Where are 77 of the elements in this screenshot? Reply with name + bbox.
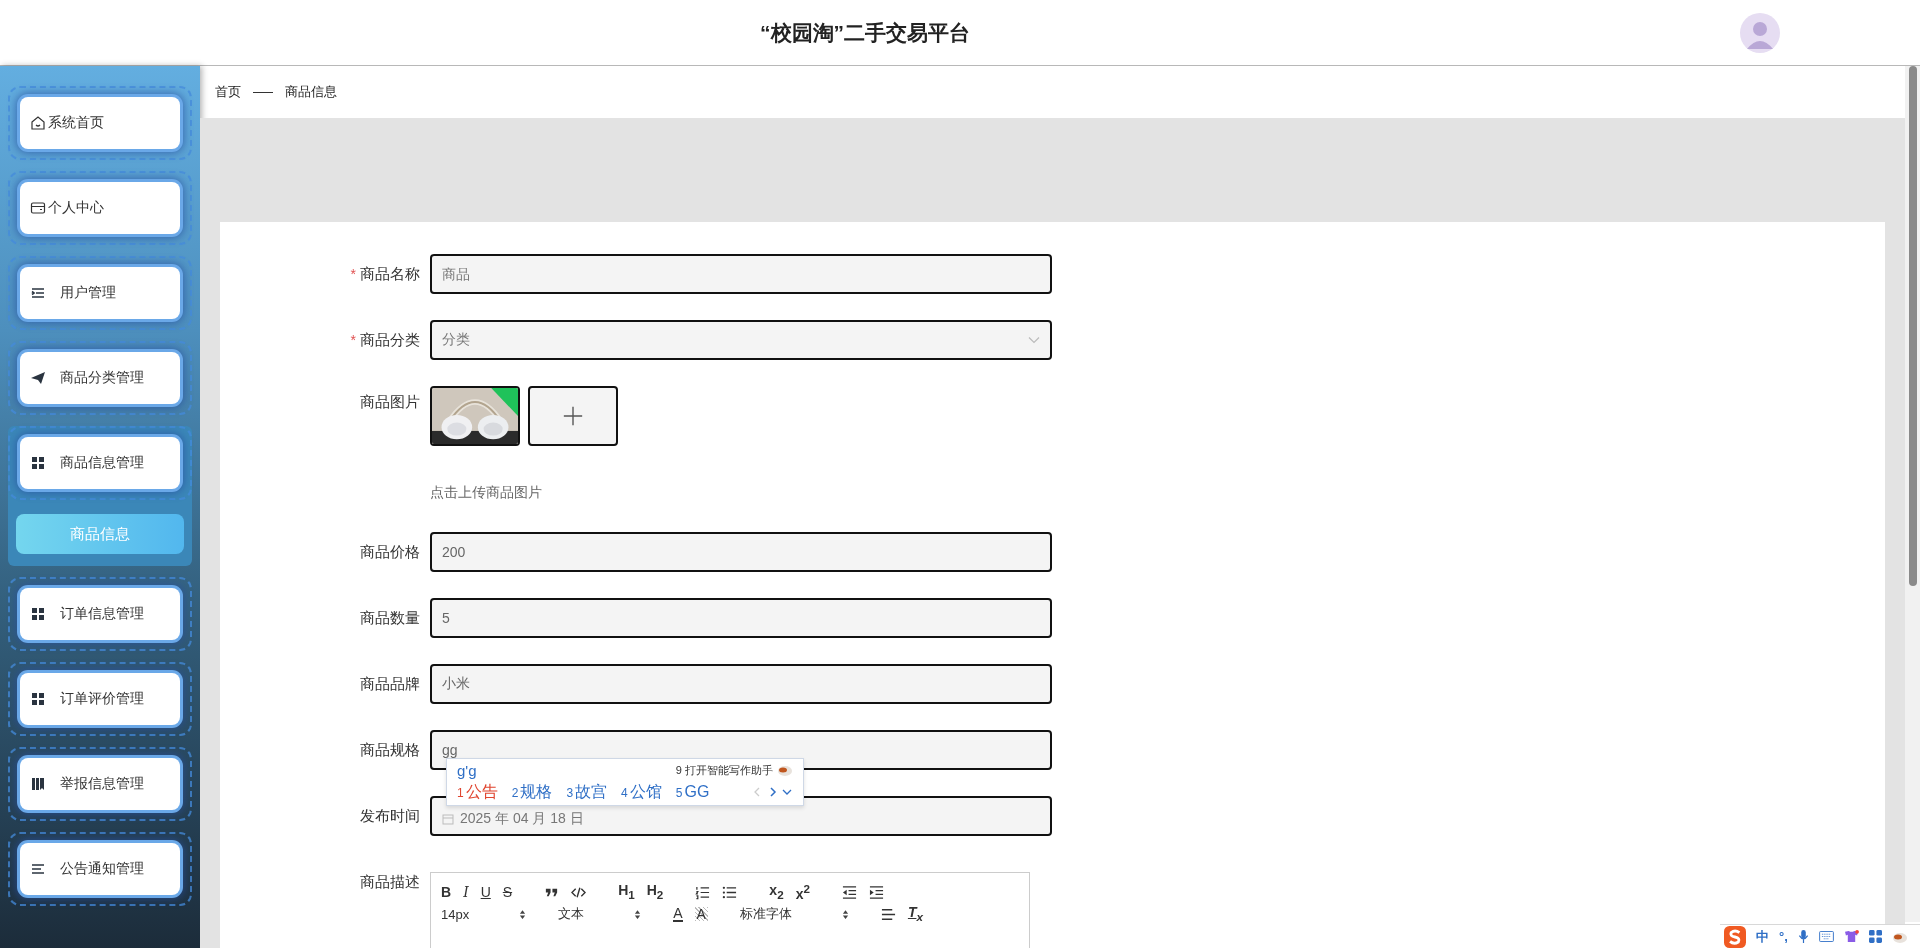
mascot-icon [777,764,793,776]
sidebar-item[interactable]: 系统首页 [20,97,180,149]
input-field[interactable]: 200 [430,532,1052,572]
toolbar-button[interactable]: H$_{1}$ [618,883,635,901]
toolbar-button[interactable]: A [673,906,683,922]
shirt-icon[interactable] [1843,930,1859,943]
rich-text-editor[interactable]: B I U S H$_{1}$ H$_{2}$ x$_{2}$ x$^{2}$ 14px 文本 A A 标准字体 T$_{x}$ [430,872,1030,948]
toolbar-button[interactable]: H$_{2}$ [646,883,664,901]
ime-logo-icon[interactable] [1724,925,1746,948]
sidebar-item[interactable]: 订单信息管理 [20,588,180,640]
field-label: 商品分类 [360,330,420,350]
toolbar-select[interactable]: 文本 [558,905,642,923]
input-field[interactable]: 小米 [430,664,1052,704]
grid-icon [30,455,46,471]
book-icon [30,776,46,792]
pager-icon[interactable] [753,786,793,798]
sidebar-item[interactable]: 个人中心 [20,182,180,234]
toolbar-button[interactable]: A [694,907,708,921]
input-field[interactable]: 5 [430,598,1052,638]
toolbar-button[interactable]: x$_{2}$ [769,883,784,901]
punctuation-toggle[interactable]: °, [1779,929,1788,944]
field-label: 商品品牌 [360,674,420,694]
toolbar-button[interactable]: S [502,885,513,899]
breadcrumb-separator [253,91,273,93]
lines-icon [30,861,46,877]
breadcrumb-link[interactable]: 商品信息 [285,83,337,101]
grid-icon [30,606,46,622]
plus-icon [562,405,584,427]
card-icon [30,200,46,216]
upload-hint: 点击上传商品图片 [430,484,543,502]
sidebar-item[interactable]: 订单评价管理 [20,673,180,725]
required-mark: * [350,265,356,284]
toolbar-button[interactable]: I [463,885,469,899]
breadcrumb-link[interactable]: 首页 [215,83,241,101]
bullets-icon[interactable] [722,884,738,900]
plane-icon [30,370,46,386]
input-field[interactable]: 商品 [430,254,1052,294]
calendar-icon [442,813,454,825]
list-icon [30,285,46,301]
mascot-icon[interactable] [1891,930,1908,943]
toolbar-button[interactable]: T$_{x}$ [907,905,923,923]
toolbar-button[interactable]: B [441,885,452,899]
align-icon[interactable] [880,906,896,922]
sidebar-item[interactable]: 商品分类管理 [20,352,180,404]
toolbar-button[interactable]: U [480,885,491,899]
field-label: 商品名称 [360,264,420,284]
field-label: 商品价格 [360,542,420,562]
sidebar-item[interactable]: 用户管理 [20,267,180,319]
field-label: 商品图片 [360,392,420,412]
outdent-icon[interactable] [841,884,857,900]
field-label: 商品数量 [360,608,420,628]
field-label: 商品规格 [360,740,420,760]
input-mode-toggle[interactable]: 中 [1756,927,1769,946]
sidebar-item[interactable]: 商品信息管理 [20,437,180,489]
sidebar-item[interactable]: 举报信息管理 [20,758,180,810]
keyboard-icon[interactable] [1818,931,1834,942]
field-label: 商品描述 [360,872,420,892]
scrollbar[interactable] [1905,66,1920,922]
select-field[interactable]: 分类 [430,320,1052,360]
grid-icon [30,691,46,707]
updown-arrows-icon [841,908,849,920]
toolbar-button[interactable]: x$^{2}$ [795,883,810,901]
indent-icon[interactable] [868,884,884,900]
toolbar-select[interactable]: 标准字体 [739,905,849,923]
home-icon [30,115,46,131]
grid-icon[interactable] [1868,930,1882,943]
required-mark: * [350,331,356,350]
field-label: 发布时间 [360,806,420,826]
updown-arrows-icon [519,908,527,920]
toolbar-select[interactable]: 14px [441,906,527,922]
upload-button[interactable] [528,386,618,446]
chevron-down-icon [1028,336,1040,344]
microphone-icon[interactable] [1797,929,1809,944]
sidebar-item[interactable]: 公告通知管理 [20,843,180,895]
page-title: “校园淘”二手交易平台 [760,19,970,46]
updown-arrows-icon [634,908,642,920]
ordered-icon[interactable] [695,884,711,900]
